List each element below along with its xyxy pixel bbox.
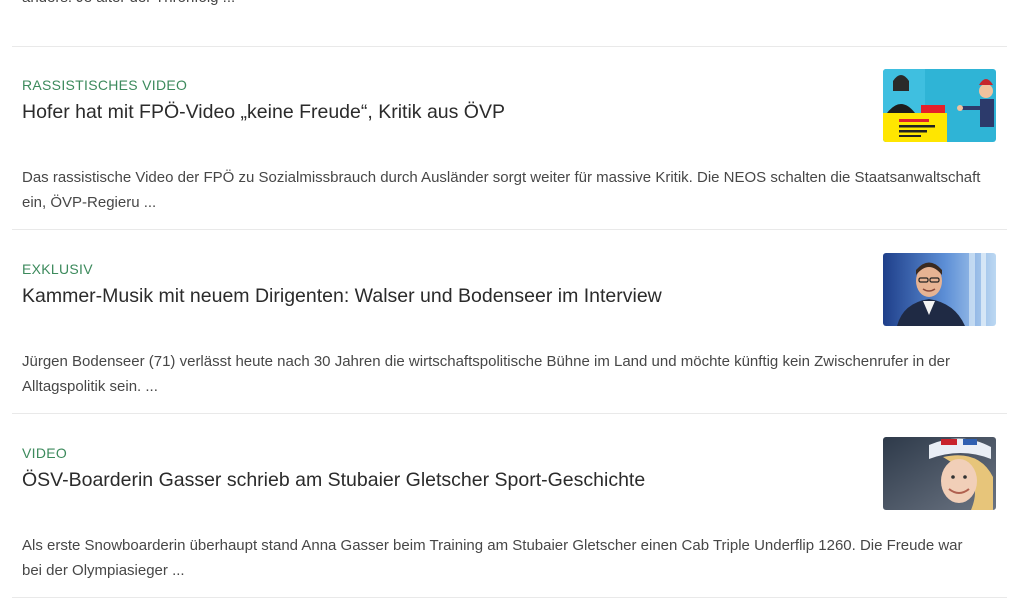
partial-article-teaser[interactable]: anders. Je älter der Thronfolg ... (22, 0, 1002, 10)
article-headline[interactable]: ÖSV-Boarderin Gasser schrieb am Stubaier… (22, 467, 862, 493)
divider (12, 46, 1007, 47)
snowboarder-photo-icon (883, 437, 996, 510)
article-teaser: Jürgen Bodenseer (71) verlässt heute nac… (22, 353, 951, 395)
article-teaser: Als erste Snowboarderin überhaupt stand … (22, 537, 963, 579)
article-thumbnail[interactable] (883, 253, 996, 326)
article-card[interactable]: VIDEO ÖSV-Boarderin Gasser schrieb am St… (22, 437, 1002, 615)
divider (12, 597, 1007, 598)
article-card[interactable]: RASSISTISCHES VIDEO Hofer hat mit FPÖ-Vi… (22, 69, 1002, 247)
partial-teaser-line-2: anders. Je älter der Thronfolg ... (22, 0, 1002, 10)
article-headline[interactable]: Kammer-Musik mit neuem Dirigenten: Walse… (22, 283, 862, 309)
article-thumbnail[interactable] (883, 69, 996, 142)
portrait-photo-icon (883, 253, 996, 326)
news-feed: anders. Je älter der Thronfolg ... RASSI… (0, 0, 1020, 600)
article-headline[interactable]: Hofer hat mit FPÖ-Video „keine Freude“, … (22, 99, 862, 125)
article-thumbnail[interactable] (883, 437, 996, 510)
divider (12, 229, 1007, 230)
cartoon-video-still-icon (883, 69, 996, 142)
article-kicker: RASSISTISCHES VIDEO (22, 77, 188, 93)
article-kicker: EXKLUSIV (22, 261, 93, 277)
article-card[interactable]: EXKLUSIV Kammer-Musik mit neuem Dirigent… (22, 253, 1002, 431)
article-kicker: VIDEO (22, 445, 68, 461)
divider (12, 413, 1007, 414)
article-teaser: Das rassistische Video der FPÖ zu Sozial… (22, 169, 981, 211)
